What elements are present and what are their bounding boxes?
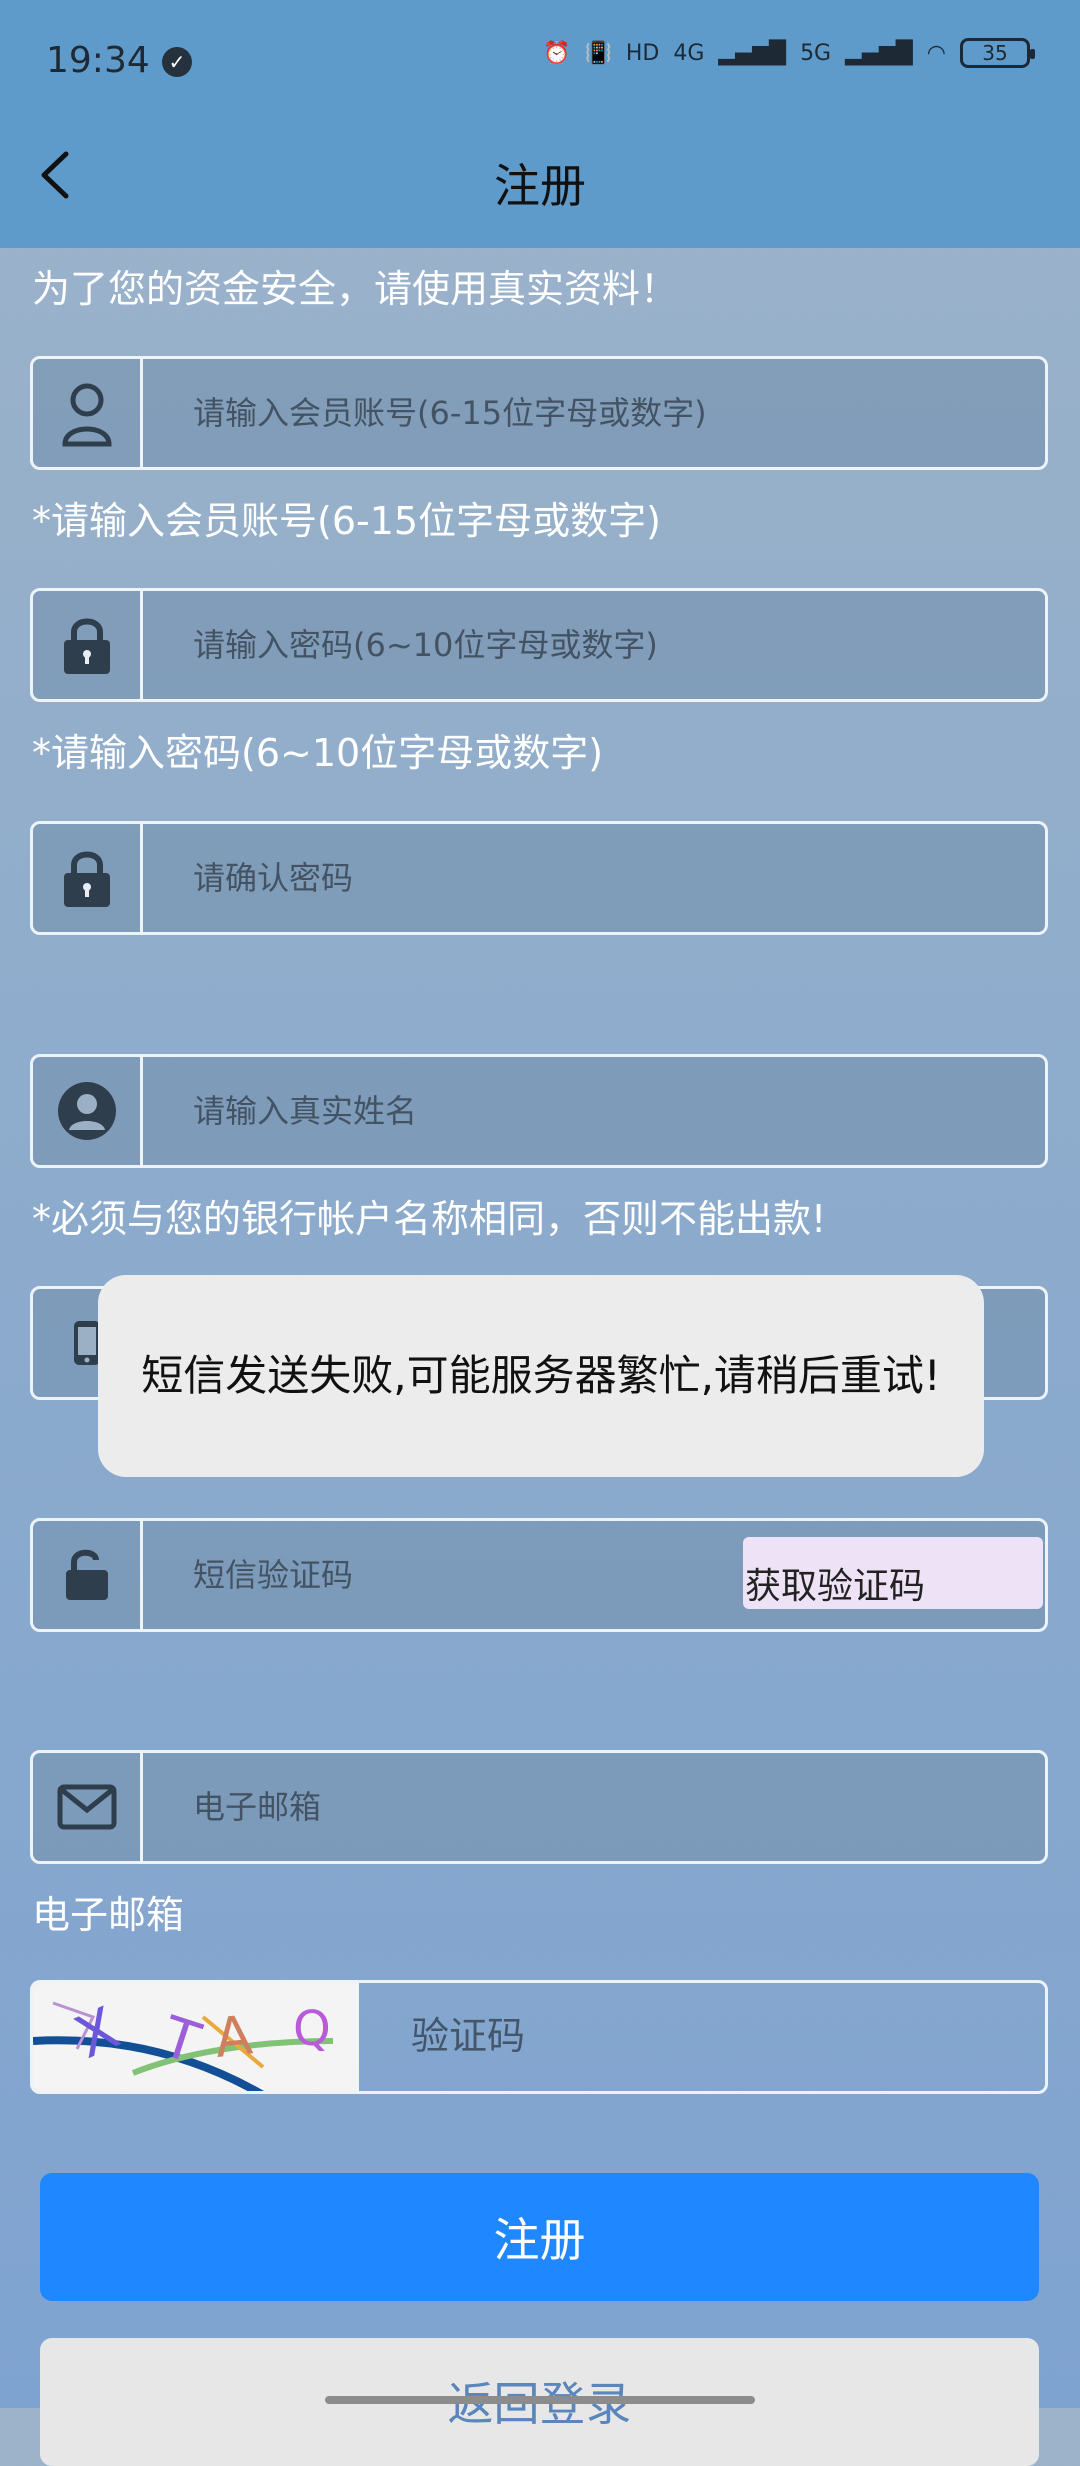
real-name-field[interactable] <box>30 1054 1048 1168</box>
sms-error-toast: 短信发送失败,可能服务器繁忙,请稍后重试! <box>98 1275 984 1477</box>
captcha-field[interactable]: X T A Q <box>30 1980 1048 2094</box>
alarm-icon: ⏰ <box>543 40 571 66</box>
vibrate-icon: 📳 <box>584 40 612 66</box>
captcha-char: A <box>212 2003 255 2070</box>
register-button[interactable]: 注册 <box>40 2173 1039 2301</box>
page-title: 注册 <box>494 159 586 213</box>
signal-icon-2: ▂▄▆█ <box>845 40 913 66</box>
security-intro: 为了您的资金安全，请使用真实资料！ <box>32 267 679 311</box>
top-header-area: 19:34 ✓ ⏰ 📳 HD 4G ▂▄▆█ 5G ▂▄▆█ ◠ 35 注册 <box>0 0 1080 248</box>
lock-icon <box>33 591 143 699</box>
network-5g-label: 5G <box>800 40 832 66</box>
password-input[interactable] <box>143 591 1045 699</box>
captcha-input[interactable] <box>359 1983 1045 2091</box>
confirm-password-field[interactable] <box>30 821 1048 935</box>
wifi-icon: ◠ <box>926 40 946 66</box>
captcha-image[interactable]: X T A Q <box>33 1983 359 2091</box>
get-code-button[interactable]: 获取验证码 <box>743 1537 1043 1609</box>
real-name-hint: *必须与您的银行帐户名称相同，否则不能出款! <box>32 1197 827 1241</box>
password-hint: *请输入密码(6~10位字母或数字) <box>32 731 604 775</box>
account-field[interactable] <box>30 356 1048 470</box>
mail-icon <box>33 1753 143 1861</box>
battery-icon: 35 <box>960 38 1035 68</box>
person-icon <box>33 1057 143 1165</box>
account-hint: *请输入会员账号(6-15位字母或数字) <box>32 499 661 543</box>
sms-code-field[interactable]: 获取验证码 <box>30 1518 1048 1632</box>
battery-level: 35 <box>982 41 1008 65</box>
verified-icon: ✓ <box>162 47 192 77</box>
real-name-input[interactable] <box>143 1057 1045 1165</box>
email-input[interactable] <box>143 1753 1045 1861</box>
user-icon <box>33 359 143 467</box>
home-indicator[interactable] <box>325 2396 755 2404</box>
lock-icon <box>33 824 143 932</box>
hd-label: HD <box>625 40 660 66</box>
captcha-char: Q <box>293 2001 331 2057</box>
password-field[interactable] <box>30 588 1048 702</box>
network-4g-label: 4G <box>673 40 705 66</box>
unlock-icon <box>33 1521 143 1629</box>
email-field[interactable] <box>30 1750 1048 1864</box>
status-icons: ⏰ 📳 HD 4G ▂▄▆█ 5G ▂▄▆█ ◠ 35 <box>543 38 1035 68</box>
confirm-password-input[interactable] <box>143 824 1045 932</box>
account-input[interactable] <box>143 359 1045 467</box>
signal-icon: ▂▄▆█ <box>718 40 787 66</box>
status-time: 19:34 <box>46 40 150 81</box>
email-hint: 电子邮箱 <box>32 1893 185 1937</box>
